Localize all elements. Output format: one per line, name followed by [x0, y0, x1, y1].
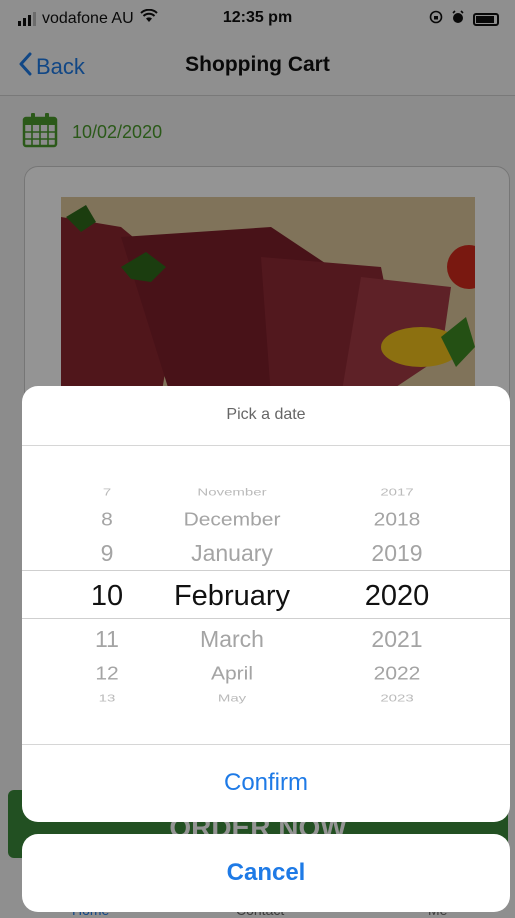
date-picker-wheel[interactable]: 7 8 9 10 11 12 13 November December Janu…	[22, 446, 510, 744]
day-item-selected[interactable]: 10	[62, 580, 152, 613]
year-column[interactable]: 2017 2018 2019 2020 2021 2022 2023	[347, 446, 447, 744]
day-item[interactable]: 8	[62, 509, 152, 530]
year-item[interactable]: 2023	[347, 693, 447, 705]
date-picker-sheet: Pick a date 7 8 9 10 11 12 13 November D…	[22, 386, 510, 822]
day-column[interactable]: 7 8 9 10 11 12 13	[62, 446, 152, 744]
month-item[interactable]: November	[152, 487, 312, 499]
month-item[interactable]: May	[152, 693, 312, 705]
month-item[interactable]: March	[152, 626, 312, 653]
year-item-selected[interactable]: 2020	[347, 580, 447, 613]
year-item[interactable]: 2021	[347, 626, 447, 653]
day-item[interactable]: 12	[62, 663, 152, 684]
month-item[interactable]: December	[152, 509, 312, 530]
day-item[interactable]: 9	[62, 540, 152, 567]
cancel-button[interactable]: Cancel	[22, 834, 510, 912]
month-item-selected[interactable]: February	[152, 580, 312, 613]
year-item[interactable]: 2022	[347, 663, 447, 684]
date-picker-title: Pick a date	[226, 406, 306, 423]
year-item[interactable]: 2019	[347, 540, 447, 567]
confirm-button[interactable]: Confirm	[22, 744, 510, 822]
day-item[interactable]: 13	[62, 693, 152, 705]
month-column[interactable]: November December January February March…	[152, 446, 312, 744]
month-item[interactable]: January	[152, 540, 312, 567]
year-item[interactable]: 2017	[347, 487, 447, 499]
day-item[interactable]: 7	[62, 487, 152, 499]
day-item[interactable]: 11	[62, 626, 152, 653]
year-item[interactable]: 2018	[347, 509, 447, 530]
month-item[interactable]: April	[152, 663, 312, 684]
